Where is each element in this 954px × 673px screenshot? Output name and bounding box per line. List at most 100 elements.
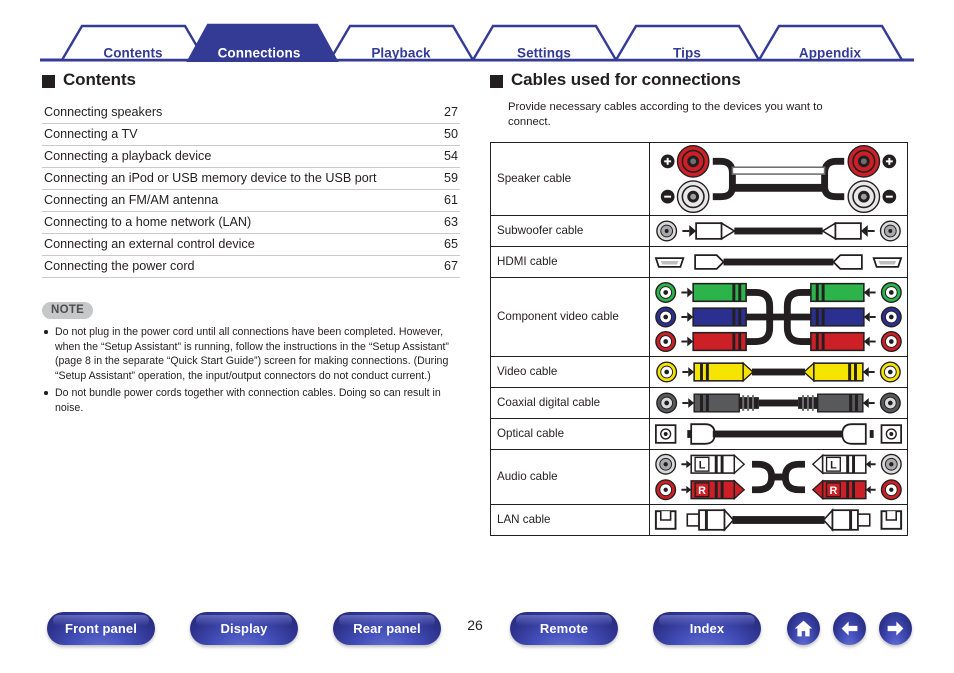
lan-cable-icon <box>654 507 903 532</box>
toc-title: Connecting speakers <box>44 105 163 119</box>
tab-playback[interactable]: Playback <box>371 46 430 61</box>
cable-illustration-subwoofer <box>649 214 908 247</box>
video-cable-icon <box>656 361 901 382</box>
plug-green <box>681 282 747 302</box>
cable-illustration-lan <box>649 503 908 536</box>
left-column: Contents Connecting speakers 27 Connecti… <box>42 70 460 419</box>
note-list: Do not plug in the power cord until all … <box>42 325 460 416</box>
toc-page: 67 <box>443 259 458 273</box>
cable-illustration-optical <box>649 417 908 450</box>
forward-button[interactable] <box>879 612 912 645</box>
toc-title: Connecting to a home network (LAN) <box>44 215 252 229</box>
cable-name: Video cable <box>490 355 650 388</box>
speaker-terminal-red <box>847 144 881 178</box>
square-bullet-icon <box>490 74 503 88</box>
section-title: Cables used for connections <box>511 70 741 89</box>
note-block: NOTE Do not plug in the power cord until… <box>42 300 460 416</box>
jack-red <box>880 330 902 352</box>
jack-blue <box>880 306 902 327</box>
component-video-cable-icon <box>655 281 902 352</box>
tab-contents[interactable]: Contents <box>103 46 162 61</box>
list-item[interactable]: Connecting a playback device 54 <box>42 146 460 168</box>
note-badge: NOTE <box>42 301 94 319</box>
optical-cable-icon <box>655 422 902 445</box>
cable-name: Component video cable <box>490 276 650 357</box>
toc-page: 61 <box>443 193 458 207</box>
home-button[interactable] <box>787 612 820 645</box>
tab-bar: Contents Connections Playback Settings T… <box>0 20 954 62</box>
jack-green <box>655 281 677 303</box>
cable-name: LAN cable <box>490 503 650 536</box>
cable-illustration-audio: L R L R <box>649 448 908 505</box>
back-button[interactable] <box>833 612 866 645</box>
toc-page: 59 <box>443 171 458 185</box>
cable-name: Subwoofer cable <box>490 214 650 247</box>
svg-text:R: R <box>830 485 838 497</box>
table-row: Speaker cable <box>490 141 908 216</box>
home-icon <box>794 620 813 637</box>
front-panel-button[interactable]: Front panel <box>47 612 155 645</box>
contents-heading: Contents <box>42 70 460 90</box>
display-button[interactable]: Display <box>190 612 298 645</box>
tab-settings[interactable]: Settings <box>517 46 571 61</box>
coaxial-digital-cable-icon <box>656 392 901 413</box>
speaker-terminal-black <box>676 179 710 213</box>
arrow-right-icon <box>887 621 904 636</box>
list-item[interactable]: Connecting an external control device 65 <box>42 234 460 256</box>
index-button[interactable]: Index <box>653 612 761 645</box>
tab-appendix[interactable]: Appendix <box>799 46 861 61</box>
table-row: LAN cable <box>490 503 908 536</box>
cable-name: Optical cable <box>490 417 650 450</box>
table-row: Audio cable L R L R <box>490 448 908 505</box>
section-lead-text: Provide necessary cables according to th… <box>508 101 823 129</box>
plug-red <box>810 331 876 351</box>
arrow-left-icon <box>841 621 858 636</box>
cables-table: Speaker cable Subwoofer cable HDMI cable… <box>490 141 908 536</box>
plug-left-channel: L <box>811 453 876 475</box>
toc-title: Connecting an iPod or USB memory device … <box>44 171 377 185</box>
plug-blue <box>681 306 747 327</box>
cables-heading: Cables used for connections <box>490 70 910 90</box>
plug-blue <box>810 306 876 327</box>
cable-illustration-video <box>649 355 908 388</box>
note-item: Do not bundle power cords together with … <box>42 386 460 415</box>
speaker-terminal-red <box>676 144 710 178</box>
remote-button[interactable]: Remote <box>510 612 618 645</box>
list-item[interactable]: Connecting the power cord 67 <box>42 256 460 278</box>
table-row: Coaxial digital cable <box>490 386 908 419</box>
list-item[interactable]: Connecting an FM/AM antenna 61 <box>42 190 460 212</box>
jack-white <box>655 453 677 475</box>
toc-title: Connecting a TV <box>44 127 138 141</box>
list-item[interactable]: Connecting speakers 27 <box>42 102 460 124</box>
plug-red <box>681 331 747 351</box>
square-bullet-icon <box>42 74 55 88</box>
svg-text:L: L <box>830 459 837 471</box>
cable-illustration-speaker <box>649 141 908 216</box>
table-row: Subwoofer cable <box>490 214 908 247</box>
toc-title: Connecting an external control device <box>44 237 255 251</box>
svg-text:R: R <box>698 485 706 497</box>
cable-name: Coaxial digital cable <box>490 386 650 419</box>
rear-panel-button[interactable]: Rear panel <box>333 612 441 645</box>
table-row: Video cable <box>490 355 908 388</box>
list-item[interactable]: Connecting to a home network (LAN) 63 <box>42 212 460 234</box>
list-item[interactable]: Connecting a TV 50 <box>42 124 460 146</box>
tab-tips[interactable]: Tips <box>673 46 701 61</box>
svg-text:L: L <box>699 459 706 471</box>
cable-name: HDMI cable <box>490 245 650 278</box>
list-item[interactable]: Connecting an iPod or USB memory device … <box>42 168 460 190</box>
toc-page: 27 <box>443 105 458 119</box>
cable-illustration-coaxial <box>649 386 908 419</box>
tab-connections[interactable]: Connections <box>218 46 301 61</box>
right-column: Cables used for connections Provide nece… <box>490 70 910 536</box>
speaker-terminal-black <box>847 179 881 213</box>
audio-cable-icon: L R L R <box>655 453 902 500</box>
plus-symbol-icon <box>882 153 897 168</box>
cable-illustration-hdmi <box>649 245 908 278</box>
plug-green <box>810 282 876 302</box>
toc-title: Connecting the power cord <box>44 259 195 273</box>
cable-name: Audio cable <box>490 448 650 505</box>
hdmi-cable-icon <box>654 253 903 270</box>
jack-red <box>655 478 677 500</box>
jack-blue <box>655 306 677 327</box>
